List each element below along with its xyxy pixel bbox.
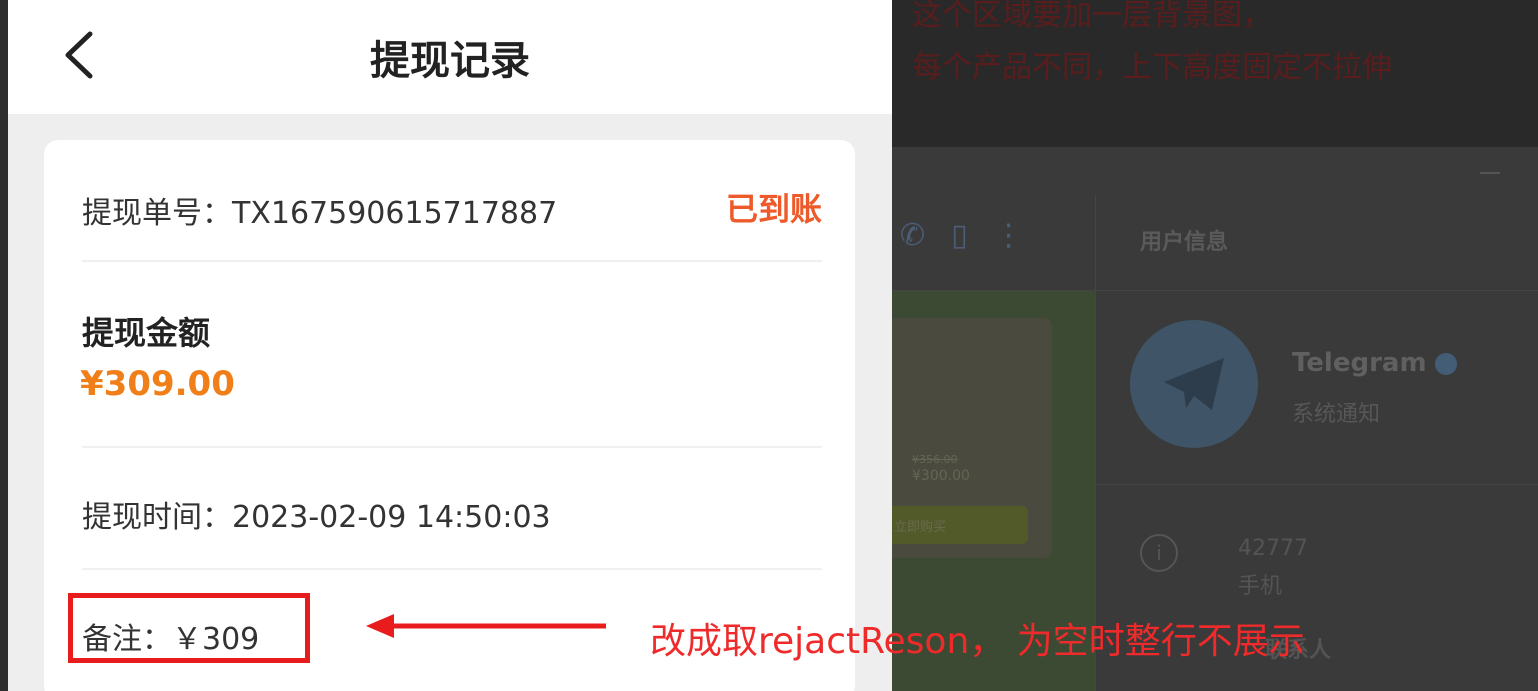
telegram-icon [1164, 358, 1224, 410]
withdraw-time: 提现时间：2023-02-09 14:50:03 [82, 500, 551, 535]
status-badge: 已到账 [725, 190, 822, 228]
background-buy-button: 立即购买 [880, 506, 1028, 544]
annotation-arrow-icon [366, 614, 606, 638]
background-note-line-1: 这个区域要加一层背景图， [912, 0, 1272, 33]
contact-subtitle: 系统通知 [1292, 402, 1381, 427]
telegram-avatar [1130, 320, 1258, 448]
order-row: 提现单号：TX167590615717887 已到账 [82, 180, 822, 234]
background-price-strike: ¥356.00 [912, 453, 958, 466]
more-icon: ⋮ [993, 218, 1050, 253]
divider [82, 260, 822, 262]
background-price: ¥356.00 ¥300.00 [912, 452, 970, 484]
contact-name: Telegram [1292, 348, 1457, 378]
panel-icon: ▯ [951, 218, 994, 253]
minimize-icon [1480, 172, 1500, 174]
divider [82, 446, 822, 448]
divider [82, 568, 822, 570]
info-icon: i [1140, 534, 1178, 572]
amount-value: ¥309.00 [80, 364, 235, 404]
phone-screen: 提现记录 提现单号：TX167590615717887 已到账 提现金额 ¥30… [8, 0, 892, 691]
amount-title: 提现金额 [82, 314, 211, 352]
background-divider [892, 290, 1538, 291]
background-note-line-2: 每个产品不同，上下高度固定不拉伸 [912, 50, 1392, 85]
contact-name-text: Telegram [1292, 348, 1427, 378]
annotation-text: 改成取rejactReson， 为空时整行不展示 [650, 621, 1305, 662]
background-price-value: ¥300.00 [912, 468, 970, 484]
phone-icon: ✆ [900, 218, 952, 253]
page-title: 提现记录 [370, 38, 530, 84]
background-toolbar-icons: ✆▯⋮ [900, 218, 1050, 253]
phone-label: 手机 [1238, 574, 1283, 599]
order-number: 提现单号：TX167590615717887 [82, 196, 558, 231]
annotation-highlight-box [68, 593, 310, 663]
phone-info: 42777 手机 [1238, 530, 1308, 606]
phone-number: 42777 [1238, 536, 1308, 561]
nav-bar: 提现记录 [8, 0, 892, 114]
verified-icon [1434, 352, 1457, 375]
background-divider [1095, 484, 1538, 485]
background-panel-title: 用户信息 [1140, 230, 1229, 255]
background-note: 这个区域要加一层背景图， 每个产品不同，上下高度固定不拉伸 [912, 0, 1392, 94]
